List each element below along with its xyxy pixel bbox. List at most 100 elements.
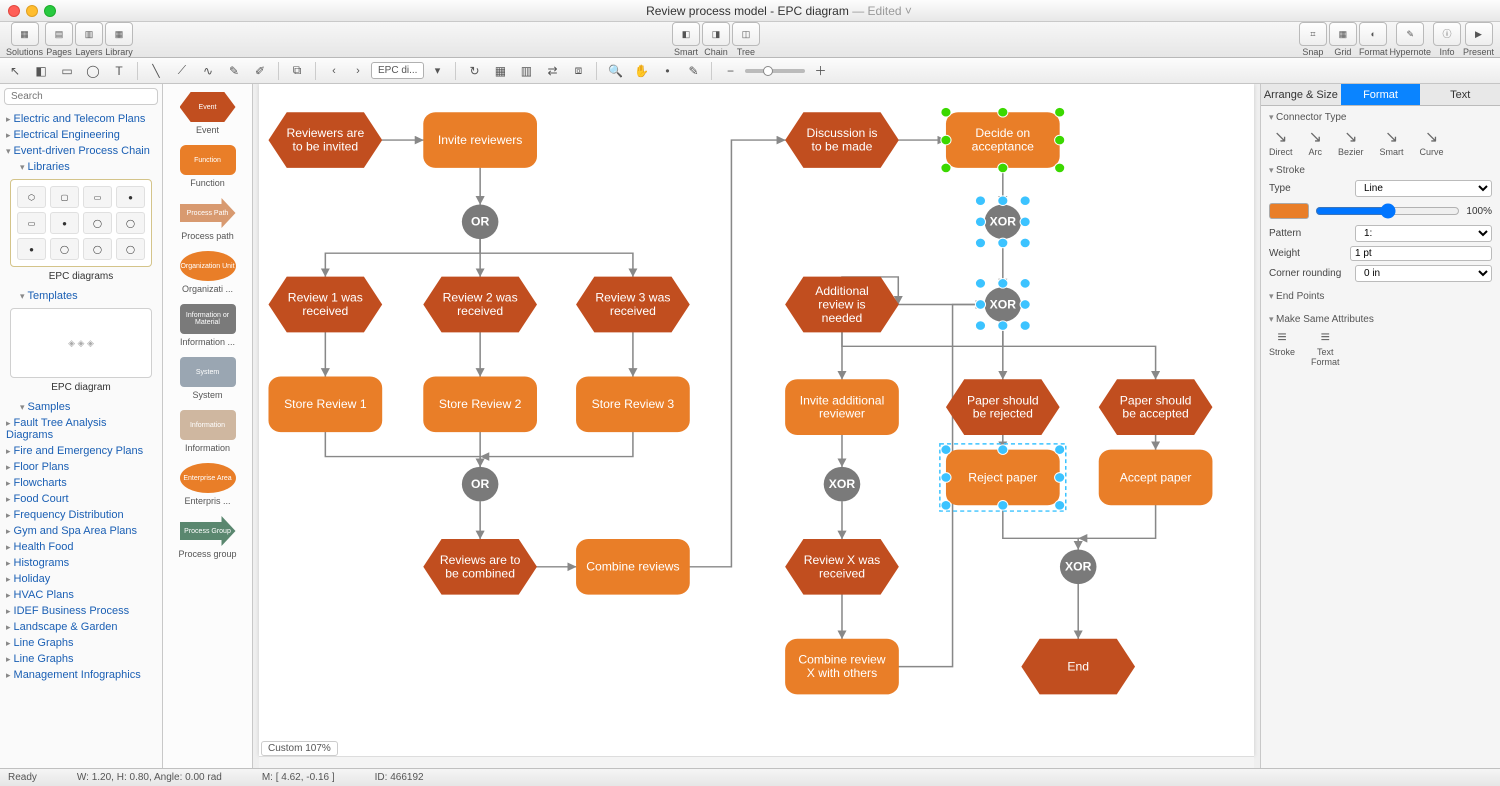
diagram-canvas[interactable]: Reviewers areto be invitedReview 1 wasre…: [259, 84, 1254, 756]
format-button[interactable]: ◐: [1359, 22, 1387, 46]
sidebar-samples-header[interactable]: Samples: [6, 399, 156, 415]
same-attr-button[interactable]: ≡Stroke: [1269, 329, 1295, 367]
tree-button[interactable]: ◫: [732, 22, 760, 46]
sidebar-item[interactable]: Histograms: [6, 555, 156, 571]
zoom-tool-icon[interactable]: 🔍: [604, 61, 626, 81]
sidebar-item[interactable]: Event-driven Process Chain: [6, 143, 156, 159]
solutions-button[interactable]: ▦: [11, 22, 39, 46]
corner-select[interactable]: 0 in: [1355, 265, 1492, 282]
sidebar-item[interactable]: Gym and Spa Area Plans: [6, 523, 156, 539]
rect-tool-icon[interactable]: ▭: [56, 61, 78, 81]
same-attr-button[interactable]: ≡TextFormat: [1311, 329, 1340, 367]
arc-tool-icon[interactable]: ⟋: [171, 61, 193, 81]
eyedropper-tool-icon[interactable]: ✐: [249, 61, 271, 81]
palette-item[interactable]: FunctionFunction: [167, 145, 248, 188]
zoom-slider[interactable]: − ＋: [719, 61, 831, 81]
inspector-tab[interactable]: Arrange & Size: [1261, 84, 1341, 106]
sidebar-libraries-header[interactable]: Libraries: [6, 159, 156, 175]
sidebar-item[interactable]: HVAC Plans: [6, 587, 156, 603]
connector-type-arc[interactable]: ↘Arc: [1309, 127, 1323, 157]
zoom-out-icon[interactable]: −: [719, 61, 741, 81]
flip-tool-icon[interactable]: ⇄: [541, 61, 563, 81]
sidebar-item[interactable]: Frequency Distribution: [6, 507, 156, 523]
ellipse-tool-icon[interactable]: ◯: [82, 61, 104, 81]
nav-back-icon[interactable]: ‹: [323, 61, 345, 81]
connector-type-curve[interactable]: ↘Curve: [1420, 127, 1444, 157]
endpoints-header: End Points: [1269, 291, 1324, 302]
sidebar-item[interactable]: Management Infographics: [6, 667, 156, 683]
palette-item[interactable]: Information or MaterialInformation ...: [167, 304, 248, 347]
svg-text:acceptance: acceptance: [972, 140, 1035, 154]
distribute-tool-icon[interactable]: ▥: [515, 61, 537, 81]
page-dropdown-icon[interactable]: ▾: [426, 61, 448, 81]
palette-item[interactable]: Enterprise AreaEnterpris ...: [167, 463, 248, 506]
horizontal-scrollbar[interactable]: [259, 756, 1254, 768]
present-button[interactable]: ▶: [1465, 22, 1493, 46]
minimize-icon[interactable]: [26, 5, 38, 17]
zoom-in-icon[interactable]: ＋: [809, 61, 831, 81]
sidebar-item[interactable]: Flowcharts: [6, 475, 156, 491]
select-tool-icon[interactable]: ◧: [30, 61, 52, 81]
page-tab[interactable]: EPC di...: [371, 62, 424, 79]
inspector-tab[interactable]: Format: [1341, 84, 1421, 106]
sidebar-item[interactable]: Floor Plans: [6, 459, 156, 475]
connector-type-bezier[interactable]: ↘Bezier: [1338, 127, 1364, 157]
stroke-opacity-slider[interactable]: [1315, 201, 1460, 221]
palette-item[interactable]: Process PathProcess path: [167, 198, 248, 241]
palette-item[interactable]: InformationInformation: [167, 410, 248, 453]
close-icon[interactable]: [8, 5, 20, 17]
eyedrop2-tool-icon[interactable]: ✎: [682, 61, 704, 81]
hand-tool-icon[interactable]: ✋: [630, 61, 652, 81]
library-button[interactable]: ▦: [105, 22, 133, 46]
sidebar-item[interactable]: Electric and Telecom Plans: [6, 111, 156, 127]
chain-button[interactable]: ◨: [702, 22, 730, 46]
maximize-icon[interactable]: [44, 5, 56, 17]
hypernote-button[interactable]: ✎: [1396, 22, 1424, 46]
traffic-lights: [8, 5, 56, 17]
person-tool-icon[interactable]: •: [656, 61, 678, 81]
template-thumbnail[interactable]: ◈ ◈ ◈: [10, 308, 152, 378]
sidebar-item[interactable]: IDEF Business Process: [6, 603, 156, 619]
grid-button[interactable]: ▦: [1329, 22, 1357, 46]
crop-tool-icon[interactable]: ⧉: [286, 61, 308, 81]
rotate-tool-icon[interactable]: ↻: [463, 61, 485, 81]
sidebar-item[interactable]: Health Food: [6, 539, 156, 555]
sidebar-item[interactable]: Fault Tree Analysis Diagrams: [6, 415, 156, 443]
sidebar-item[interactable]: Line Graphs: [6, 635, 156, 651]
palette-item[interactable]: Process GroupProcess group: [167, 516, 248, 559]
pointer-tool-icon[interactable]: ↖: [4, 61, 26, 81]
sidebar-item[interactable]: Fire and Emergency Plans: [6, 443, 156, 459]
sidebar-item[interactable]: Holiday: [6, 571, 156, 587]
smart-button[interactable]: ◧: [672, 22, 700, 46]
palette-item[interactable]: EventEvent: [167, 92, 248, 135]
pen-tool-icon[interactable]: ✎: [223, 61, 245, 81]
text-tool-icon[interactable]: T: [108, 61, 130, 81]
sidebar-templates-header[interactable]: Templates: [6, 288, 156, 304]
stroke-color-swatch[interactable]: [1269, 203, 1309, 219]
palette-item[interactable]: Organization UnitOrganizati ...: [167, 251, 248, 294]
inspector-tab[interactable]: Text: [1420, 84, 1500, 106]
align-tool-icon[interactable]: ▦: [489, 61, 511, 81]
snap-button[interactable]: ⌗: [1299, 22, 1327, 46]
stroke-type-select[interactable]: Line: [1355, 180, 1492, 197]
pages-button[interactable]: ▤: [45, 22, 73, 46]
weight-input[interactable]: [1350, 246, 1492, 261]
connector-type-direct[interactable]: ↘Direct: [1269, 127, 1293, 157]
search-input[interactable]: [4, 88, 158, 105]
connector-type-smart[interactable]: ↘Smart: [1380, 127, 1404, 157]
sidebar-item[interactable]: Landscape & Garden: [6, 619, 156, 635]
group-tool-icon[interactable]: ⧈: [567, 61, 589, 81]
zoom-readout[interactable]: Custom 107%: [261, 741, 338, 756]
sidebar-item[interactable]: Electrical Engineering: [6, 127, 156, 143]
palette-item[interactable]: SystemSystem: [167, 357, 248, 400]
info-label: Info: [1439, 47, 1454, 57]
info-button[interactable]: ⓘ: [1433, 22, 1461, 46]
sidebar-item[interactable]: Food Court: [6, 491, 156, 507]
spline-tool-icon[interactable]: ∿: [197, 61, 219, 81]
sidebar-item[interactable]: Line Graphs: [6, 651, 156, 667]
nav-fwd-icon[interactable]: ›: [347, 61, 369, 81]
line-tool-icon[interactable]: ╲: [145, 61, 167, 81]
pattern-select[interactable]: 1:: [1355, 225, 1492, 242]
library-thumbnails[interactable]: ⬡▢▭●▭●◯◯●◯◯◯: [10, 179, 152, 267]
layers-button[interactable]: ▥: [75, 22, 103, 46]
